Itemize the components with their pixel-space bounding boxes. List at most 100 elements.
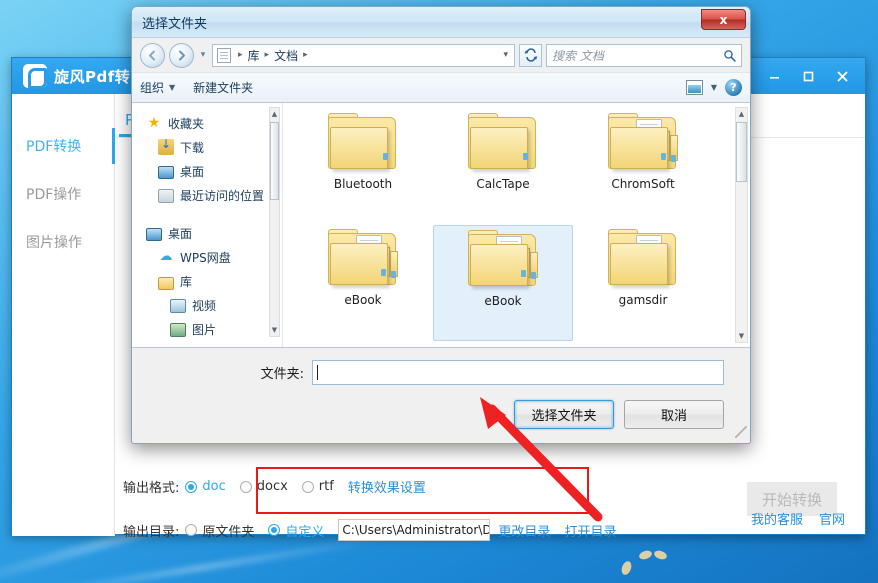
radio-icon[interactable] xyxy=(301,480,314,493)
cancel-button[interactable]: 取消 xyxy=(624,400,724,429)
chevron-down-icon[interactable]: ▼ xyxy=(711,83,717,92)
library-icon xyxy=(158,276,174,290)
output-path-input[interactable]: C:\Users\Administrator\Docum xyxy=(338,519,491,541)
change-directory-link[interactable]: 更改目录 xyxy=(498,521,550,540)
nav-item-desktop[interactable]: 桌面 xyxy=(132,159,282,183)
scroll-up-icon[interactable]: ▲ xyxy=(736,108,747,120)
change-view-icon[interactable] xyxy=(685,80,703,95)
nav-item-recent-places[interactable]: 最近访问的位置 xyxy=(132,183,282,207)
file-list-pane: Bluetooth CalcTape ChromSoft eBook eBook… xyxy=(282,103,750,347)
scrollbar-thumb[interactable] xyxy=(736,122,747,182)
folder-item[interactable]: CalcTape xyxy=(433,109,573,225)
outdir-option-label: 原文件夹 xyxy=(202,524,255,540)
nav-item-favorites[interactable]: ★ 收藏夹 xyxy=(132,111,282,135)
nav-item-videos[interactable]: 视频 xyxy=(132,293,282,317)
breadcrumb-separator-icon: ▸ xyxy=(264,50,270,60)
recent-pages-caret-icon[interactable]: ▾ xyxy=(198,50,208,60)
folder-item[interactable]: Bluetooth xyxy=(293,109,433,225)
sidebar-item-pdf-operations[interactable]: PDF操作 xyxy=(12,170,114,218)
star-icon: ★ xyxy=(147,115,161,131)
folder-item[interactable]: gamsdir xyxy=(573,225,713,341)
outdir-option-source-folder[interactable]: 原文件夹 xyxy=(185,521,254,540)
format-option-docx[interactable]: docx xyxy=(239,479,288,494)
nav-item-label: 下载 xyxy=(180,140,205,155)
app-sidebar-nav: PDF转换 PDF操作 图片操作 xyxy=(12,94,115,536)
resize-grip-icon[interactable] xyxy=(735,426,747,438)
nav-item-label: 桌面 xyxy=(180,164,205,179)
radio-icon[interactable] xyxy=(185,480,198,493)
folder-name: ChromSoft xyxy=(611,177,675,191)
folder-item-selected[interactable]: eBook xyxy=(433,225,573,341)
breadcrumb[interactable]: ▸ 库 ▸ 文档 ▸ ▾ xyxy=(212,43,515,67)
breadcrumb-item-library[interactable]: 库 xyxy=(248,47,260,64)
select-folder-button[interactable]: 选择文件夹 xyxy=(514,400,614,429)
nav-item-label: 收藏夹 xyxy=(168,116,205,131)
search-placeholder: 搜索 文档 xyxy=(552,48,604,63)
chevron-down-icon: ▼ xyxy=(169,83,176,92)
folder-icon xyxy=(326,113,400,173)
forward-button[interactable] xyxy=(169,42,194,68)
nav-item-label: 库 xyxy=(180,274,193,289)
download-icon xyxy=(158,137,174,155)
library-document-icon xyxy=(217,47,231,63)
nav-item-label: 图片 xyxy=(192,322,217,337)
back-button[interactable] xyxy=(140,42,165,68)
folder-name: eBook xyxy=(344,293,382,307)
dialog-bottom-bar: 文件夹: 选择文件夹 取消 xyxy=(132,348,750,440)
dialog-toolbar: 组织 ▼ 新建文件夹 ▼ ? xyxy=(132,72,750,103)
folder-name-input[interactable] xyxy=(312,360,724,385)
sidebar-item-pdf-convert[interactable]: PDF转换 xyxy=(12,122,115,170)
dialog-buttons: 选择文件夹 取消 xyxy=(514,400,724,429)
footer-links: 我的客服 官网 xyxy=(751,509,845,528)
customer-service-link[interactable]: 我的客服 xyxy=(751,509,803,528)
navigation-pane-scrollbar[interactable]: ▲ ▼ xyxy=(269,107,280,337)
close-button[interactable] xyxy=(827,61,857,91)
breadcrumb-item-documents[interactable]: 文档 xyxy=(274,47,298,64)
folder-name: Bluetooth xyxy=(333,177,393,191)
help-icon[interactable]: ? xyxy=(725,79,742,96)
radio-icon[interactable] xyxy=(268,524,281,536)
nav-item-pictures[interactable]: 图片 xyxy=(132,317,282,341)
recent-places-icon xyxy=(158,189,174,203)
format-option-rtf[interactable]: rtf xyxy=(301,479,334,494)
folder-item[interactable]: ChromSoft xyxy=(573,109,713,225)
breadcrumb-separator-icon: ▸ xyxy=(238,50,243,60)
nav-item-desktop-root[interactable]: 桌面 xyxy=(132,221,282,245)
nav-item-libraries[interactable]: 库 xyxy=(132,269,282,293)
breadcrumb-dropdown-icon[interactable]: ▾ xyxy=(503,50,508,60)
conversion-settings-link[interactable]: 转换效果设置 xyxy=(348,477,426,496)
radio-icon[interactable] xyxy=(185,524,198,536)
file-grid: Bluetooth CalcTape ChromSoft eBook eBook… xyxy=(293,109,750,341)
format-option-doc[interactable]: doc xyxy=(185,479,226,494)
official-website-link[interactable]: 官网 xyxy=(819,509,845,528)
outdir-option-custom[interactable]: 自定义 xyxy=(268,521,324,540)
sidebar-item-label: 图片操作 xyxy=(26,235,82,251)
picture-icon xyxy=(170,323,186,337)
toolbar-right-group: ▼ ? xyxy=(685,79,742,96)
maximize-button[interactable] xyxy=(793,61,823,91)
text-cursor xyxy=(317,365,318,380)
search-input[interactable]: 搜索 文档 xyxy=(546,43,742,67)
organize-menu-button[interactable]: 组织 ▼ xyxy=(140,79,175,96)
open-directory-link[interactable]: 打开目录 xyxy=(564,521,616,540)
new-folder-button[interactable]: 新建文件夹 xyxy=(193,79,253,96)
nav-item-label: WPS网盘 xyxy=(180,250,231,265)
select-folder-dialog: 选择文件夹 x ▾ ▸ 库 ▸ 文档 ▸ ▾ 搜索 文档 组织 ▼ 新建文件夹 … xyxy=(131,6,751,444)
nav-item-wps-cloud[interactable]: ☁ WPS网盘 xyxy=(132,245,282,269)
output-directory-row: 输出目录: 原文件夹 自定义 C:\Users\Administrator\Do… xyxy=(123,519,616,541)
minimize-button[interactable] xyxy=(759,61,789,91)
sidebar-item-image-operations[interactable]: 图片操作 xyxy=(12,218,114,266)
folder-icon xyxy=(466,230,540,290)
folder-name-row: 文件夹: xyxy=(132,360,750,385)
scrollbar-thumb[interactable] xyxy=(270,122,279,200)
file-list-scrollbar[interactable]: ▲ ▼ xyxy=(735,107,748,343)
folder-item[interactable]: eBook xyxy=(293,225,433,341)
folder-icon xyxy=(326,229,400,289)
scroll-up-icon[interactable]: ▲ xyxy=(270,108,279,120)
refresh-icon[interactable] xyxy=(519,43,542,67)
dialog-close-button[interactable]: x xyxy=(701,9,746,30)
radio-icon[interactable] xyxy=(239,480,252,493)
scroll-down-icon[interactable]: ▼ xyxy=(736,330,747,342)
scroll-down-icon[interactable]: ▼ xyxy=(270,324,279,336)
nav-item-downloads[interactable]: 下载 xyxy=(132,135,282,159)
